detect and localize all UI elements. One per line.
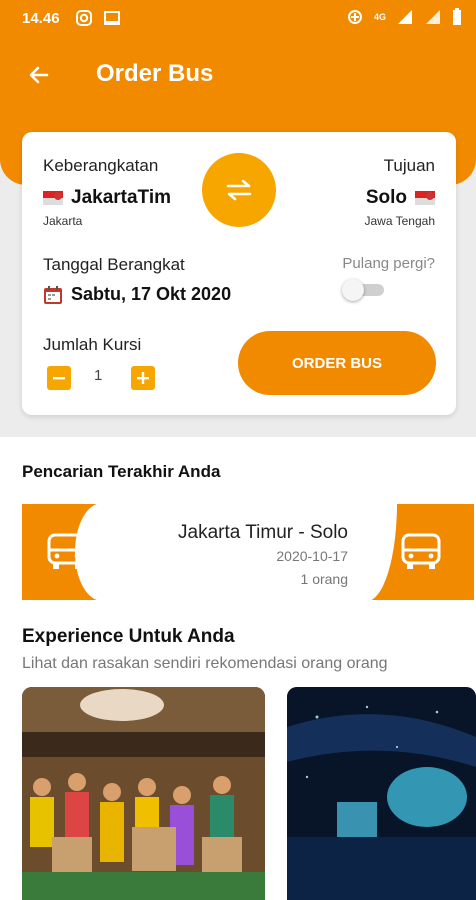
recent-passengers: 1 orang [300, 571, 348, 587]
flag-icon [43, 191, 63, 205]
status-bar: 14.46 4G [0, 0, 476, 38]
experience-subtitle: Lihat dan rasakan sendiri rekomendasi or… [22, 655, 388, 672]
status-system-icons: 4G [346, 8, 462, 26]
flag-icon [415, 191, 435, 205]
back-button[interactable] [22, 58, 56, 92]
origin-region: Jakarta [43, 214, 83, 228]
calendar-icon [44, 285, 62, 304]
plus-icon [137, 372, 149, 384]
seats-value: 1 [94, 367, 103, 384]
bus-icon [47, 533, 87, 569]
recent-search-item[interactable] [22, 503, 476, 601]
network-type-label: 4G [373, 12, 386, 22]
order-bus-button[interactable]: ORDER BUS [238, 331, 436, 395]
recent-route: Jakarta Timur - Solo [178, 522, 348, 543]
status-notification-icons [75, 9, 121, 27]
date-label: Tanggal Berangkat [43, 255, 185, 274]
signal-icon-2 [426, 10, 440, 24]
recent-searches-title: Pencarian Terakhir Anda [22, 462, 221, 481]
toggle-thumb [342, 279, 364, 301]
round-trip-toggle[interactable] [342, 279, 386, 301]
data-saver-icon [347, 10, 362, 24]
arrow-left-icon [29, 66, 49, 84]
date-value: Sabtu, 17 Okt 2020 [71, 284, 232, 304]
recent-bus-tile-left [22, 503, 129, 601]
screen-cast-icon [104, 11, 120, 25]
instagram-icon [76, 10, 92, 26]
origin-city: JakartaTim [71, 187, 171, 208]
swap-route-button[interactable] [202, 153, 276, 227]
bus-icon [401, 533, 441, 569]
round-trip-label: Pulang pergi? [342, 255, 435, 272]
origin-label: Keberangkatan [43, 156, 159, 175]
experience-photo-aquarium [287, 687, 476, 900]
seats-label: Jumlah Kursi [43, 335, 142, 354]
recent-bus-tile-right [367, 503, 474, 601]
destination-city: Solo [365, 187, 407, 208]
battery-icon [453, 8, 461, 25]
recent-date: 2020-10-17 [276, 548, 348, 564]
experience-card-angklung[interactable] [22, 687, 265, 900]
experience-photo-performance [22, 687, 265, 900]
status-time: 14.46 [22, 10, 60, 27]
date-selector[interactable]: Sabtu, 17 Okt 2020 [43, 284, 231, 305]
booking-card: Keberangkatan JakartaTim Jakarta Tujuan … [22, 132, 456, 415]
swap-arrows-icon [226, 179, 252, 201]
signal-icon [398, 10, 412, 24]
experience-card-aquarium[interactable] [287, 687, 476, 900]
seats-increment-button[interactable] [131, 366, 155, 390]
minus-icon [53, 377, 65, 380]
experience-title: Experience Untuk Anda [22, 626, 235, 647]
seats-decrement-button[interactable] [47, 366, 71, 390]
destination-region: Jawa Tengah [364, 214, 436, 228]
destination-label: Tujuan [383, 156, 435, 175]
destination-city-selector[interactable]: Solo [366, 187, 435, 209]
page-title: Order Bus [96, 60, 214, 87]
origin-city-selector[interactable]: JakartaTim [43, 187, 171, 209]
